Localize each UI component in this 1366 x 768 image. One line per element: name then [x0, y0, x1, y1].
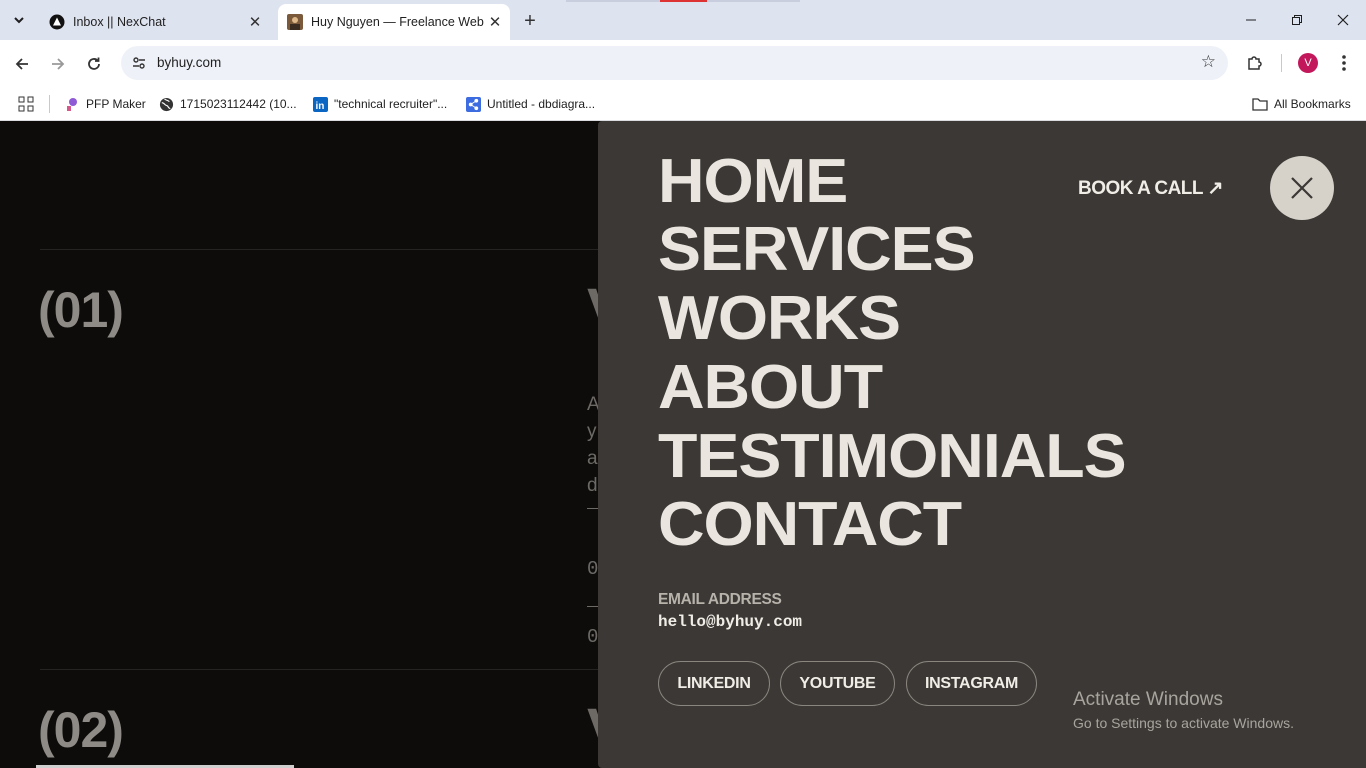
- close-window-button[interactable]: [1320, 8, 1366, 32]
- tab-title: Inbox || NexChat: [73, 15, 166, 29]
- section-number: (01): [38, 282, 124, 338]
- nav-home[interactable]: HOME: [658, 151, 848, 213]
- close-menu-button[interactable]: [1270, 156, 1334, 220]
- site-info-icon[interactable]: [130, 54, 148, 72]
- bookmark-technical-recruiter[interactable]: in "technical recruiter"...: [312, 92, 447, 116]
- section-number: (02): [38, 702, 124, 758]
- page-viewport: (01) V A y a d 0 0 (02) V HOME SERVICES …: [0, 121, 1366, 768]
- recording-indicator: [660, 0, 707, 2]
- reload-button[interactable]: [80, 50, 108, 78]
- nav-services[interactable]: SERVICES: [658, 219, 976, 281]
- section-divider: [40, 249, 640, 250]
- close-tab-icon[interactable]: ✕: [246, 13, 264, 31]
- bookmark-pfp-maker[interactable]: PFP Maker: [64, 92, 146, 116]
- extensions-button[interactable]: [1243, 51, 1267, 75]
- chevron-down-icon: [14, 17, 24, 24]
- close-icon: [1337, 14, 1349, 26]
- tab-byhuy[interactable]: Huy Nguyen — Freelance Web ✕: [278, 4, 510, 40]
- close-tab-icon[interactable]: ✕: [486, 13, 504, 31]
- address-bar[interactable]: byhuy.com ☆: [121, 46, 1228, 80]
- site-favicon-icon: [287, 14, 303, 30]
- arrow-right-icon: [52, 58, 65, 70]
- dbdiagram-icon: [465, 96, 481, 112]
- youtube-button[interactable]: YOUTUBE: [780, 661, 895, 706]
- back-button[interactable]: [8, 50, 36, 78]
- all-bookmarks-button[interactable]: All Bookmarks: [1252, 92, 1351, 116]
- linkedin-button[interactable]: LINKEDIN: [658, 661, 770, 706]
- pfp-maker-icon: [64, 96, 80, 112]
- body-text-peek: y: [587, 421, 597, 442]
- url-text[interactable]: byhuy.com: [157, 55, 221, 70]
- email-label: EMAIL ADDRESS: [658, 591, 782, 608]
- nav-about[interactable]: ABOUT: [658, 357, 883, 419]
- apps-grid-icon: [18, 96, 34, 112]
- toolbar-divider: [1281, 54, 1282, 72]
- tab-title: Huy Nguyen — Freelance Web: [311, 15, 484, 29]
- tab-search-button[interactable]: [6, 8, 32, 32]
- minimize-icon: [1246, 19, 1256, 21]
- puzzle-icon: [1248, 56, 1262, 70]
- reload-icon: [88, 57, 100, 70]
- bookmarks-bar: PFP Maker 1715023112442 (10... in "techn…: [0, 86, 1366, 121]
- bookmark-1715023112442[interactable]: 1715023112442 (10...: [158, 92, 297, 116]
- nav-contact[interactable]: CONTACT: [658, 494, 962, 556]
- arrow-left-icon: [15, 58, 28, 70]
- nav-menu-overlay: HOME SERVICES WORKS ABOUT TESTIMONIALS C…: [598, 121, 1366, 768]
- book-a-call-link[interactable]: BOOK A CALL ↗: [1078, 177, 1223, 200]
- browser-menu-button[interactable]: [1334, 51, 1354, 75]
- linkedin-icon: in: [312, 96, 328, 112]
- body-text-peek: d: [587, 475, 598, 496]
- bookmark-label: "technical recruiter"...: [334, 97, 448, 111]
- bookmark-label: 1715023112442 (10...: [180, 97, 297, 111]
- body-text-peek: a: [587, 448, 598, 469]
- nav-testimonials[interactable]: TESTIMONIALS: [658, 426, 1127, 488]
- instagram-button[interactable]: INSTAGRAM: [906, 661, 1037, 706]
- close-icon: [1291, 177, 1313, 199]
- bookmark-star-icon[interactable]: ☆: [1201, 52, 1216, 72]
- restore-icon: [1292, 15, 1302, 25]
- bookmark-label: PFP Maker: [86, 97, 146, 111]
- nexchat-logo-icon: [49, 14, 65, 30]
- restore-button[interactable]: [1274, 8, 1320, 32]
- bookmarks-divider: [49, 95, 50, 113]
- watermark-subtitle: Go to Settings to activate Windows.: [1073, 715, 1294, 731]
- folder-icon: [1252, 96, 1268, 112]
- profile-avatar[interactable]: V: [1298, 53, 1318, 73]
- watermark-title: Activate Windows: [1073, 689, 1223, 710]
- nav-works[interactable]: WORKS: [658, 288, 901, 350]
- bookmark-label: Untitled - dbdiagra...: [487, 97, 596, 111]
- globe-icon: [158, 96, 174, 112]
- tab-inbox[interactable]: Inbox || NexChat ✕: [40, 4, 270, 40]
- tab-strip: Inbox || NexChat ✕ Huy Nguyen — Freelanc…: [0, 0, 1366, 40]
- more-vertical-icon: [1342, 55, 1346, 71]
- forward-button[interactable]: [44, 50, 72, 78]
- bookmark-label: All Bookmarks: [1274, 97, 1351, 111]
- minimize-button[interactable]: [1228, 8, 1274, 32]
- list-number-peek: 0: [587, 626, 599, 648]
- section-divider: [40, 669, 640, 670]
- apps-button[interactable]: [18, 92, 34, 116]
- list-number-peek: 0: [587, 558, 599, 580]
- new-tab-button[interactable]: +: [518, 10, 542, 32]
- email-link[interactable]: hello@byhuy.com: [658, 613, 802, 631]
- svg-text:in: in: [315, 101, 324, 112]
- bookmark-dbdiagram[interactable]: Untitled - dbdiagra...: [465, 92, 595, 116]
- windows-activation-watermark: Activate Windows Go to Settings to activ…: [1073, 689, 1294, 731]
